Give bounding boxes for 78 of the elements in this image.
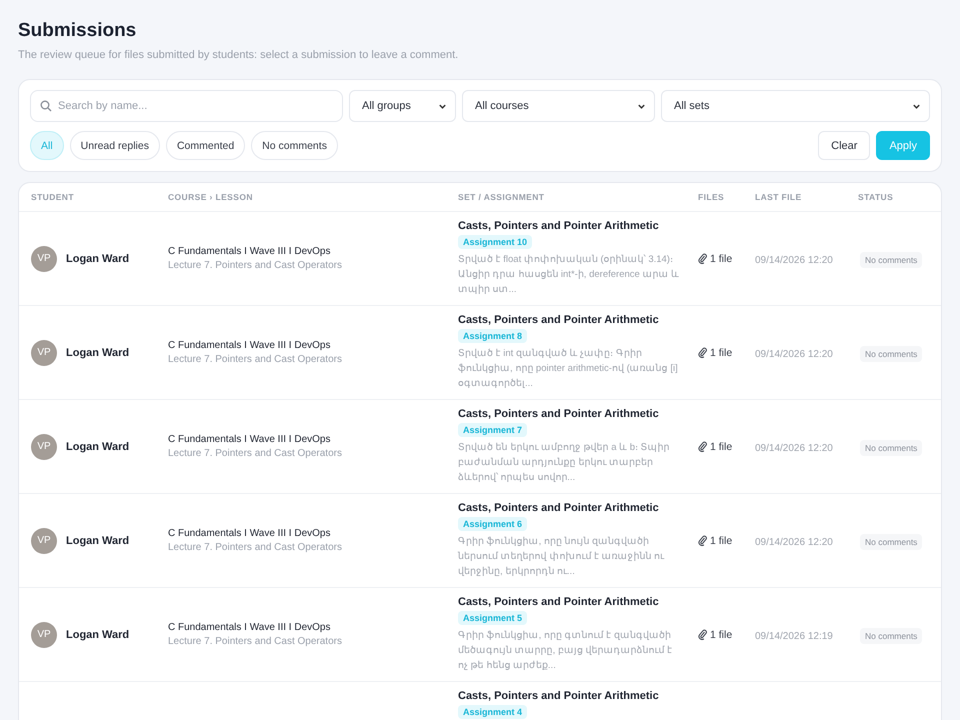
assignment-description: Տրված է int զանգված և չափը։ Գրիր ֆունկցիա, որը pointer arithmetic-ով (առանց [i] օգտագործել... [458,347,679,391]
filter-chip[interactable]: Commented [166,131,246,160]
paperclip-icon [698,253,707,264]
lesson-name: Lecture 7. Pointers and Cast Operators [168,260,342,271]
student-name: Logan Ward [66,440,130,452]
last-file-date: 09/14/2026 12:20 [755,348,833,360]
chevron-down-icon [912,102,921,110]
column-header: STUDENT [31,192,75,202]
assignment-tag: Assignment 10 [458,235,532,249]
avatar: VP [31,434,57,460]
course-name: C Fundamentals I Wave III I DevOps [168,528,330,539]
course-name: C Fundamentals I Wave III I DevOps [168,340,330,351]
assignment-tag: Assignment 6 [458,517,528,531]
paperclip-icon [698,347,707,358]
student-name: Logan Ward [66,346,130,358]
last-file-date: 09/14/2026 12:19 [755,630,833,642]
course-name: C Fundamentals I Wave III I DevOps [168,622,330,633]
filter-select[interactable]: All groups [349,90,456,122]
filter-chip[interactable]: Unread replies [70,131,160,160]
file-count: 1 file [710,440,732,452]
column-header: STATUS [858,192,894,202]
set-title: Casts, Pointers and Pointer Arithmetic [458,690,659,702]
column-header: FILES [698,192,726,202]
paperclip-icon [698,535,707,546]
assignment-description: Գրիր ֆունկցիա, որը նույն զանգվածի ներսում տեղերով փոխում է առաջինն ու վերջինը, երկրորդն ու... [458,535,666,579]
search-icon [40,100,52,112]
status-badge: No comments [860,346,922,362]
submission-row[interactable]: Casts, Pointers and Pointer Arithmetic Assignment 4 [19,682,941,720]
course-name: C Fundamentals I Wave III I DevOps [168,246,330,257]
lesson-name: Lecture 7. Pointers and Cast Operators [168,448,342,459]
chevron-down-icon [637,102,646,110]
page-subtitle: The review queue for files submitted by students: select a submission to leave a comment. [18,49,460,61]
course-name: C Fundamentals I Wave III I DevOps [168,434,330,445]
assignment-description: Տրված է float փոփոխական (օրինակ՝ 3.14)։ Անցիր դրա հասցեն int*-ի, dereference արա և տպիր ստ... [458,253,680,297]
set-title: Casts, Pointers and Pointer Arithmetic [458,314,659,326]
lesson-name: Lecture 7. Pointers and Cast Operators [168,542,342,553]
last-file-date: 09/14/2026 12:20 [755,442,833,454]
status-badge: No comments [860,440,922,456]
avatar: VP [31,622,57,648]
column-header: SET / ASSIGNMENT [458,192,546,202]
filter-select[interactable]: All courses [462,90,655,122]
avatar: VP [31,340,57,366]
clear-button[interactable]: Clear [818,131,870,160]
student-name: Logan Ward [66,534,130,546]
student-name: Logan Ward [66,628,130,640]
file-count: 1 file [710,346,732,358]
status-badge: No comments [860,534,922,550]
paperclip-icon [698,441,707,452]
assignment-description: Գրիր ֆունկցիա, որը գտնում է զանգվածի մեծագույն տարրը, բայց վերադարձնում է ոչ թե հենց արժեք... [458,629,674,673]
file-count: 1 file [710,534,732,546]
filter-chip[interactable]: No comments [251,131,338,160]
assignment-tag: Assignment 7 [458,423,528,437]
assignment-description: Տրված են երկու ամբողջ թվեր a և b։ Տպիր բաժանման արդյունքը երկու տարբեր ձևերով՝ որպես սովոր... [458,441,671,485]
last-file-date: 09/14/2026 12:20 [755,536,833,548]
paperclip-icon [698,629,707,640]
file-count: 1 file [710,252,732,264]
lesson-name: Lecture 7. Pointers and Cast Operators [168,636,342,647]
page-title: Submissions [18,20,138,42]
chevron-down-icon [438,102,447,110]
status-badge: No comments [860,628,922,644]
last-file-date: 09/14/2026 12:20 [755,254,833,266]
status-badge: No comments [860,252,922,268]
column-header: LAST FILE [755,192,803,202]
avatar: VP [31,528,57,554]
set-title: Casts, Pointers and Pointer Arithmetic [458,220,659,232]
assignment-tag: Assignment 8 [458,329,528,343]
filter-select[interactable]: All sets [661,90,930,122]
assignment-tag: Assignment 5 [458,611,528,625]
set-title: Casts, Pointers and Pointer Arithmetic [458,502,659,514]
assignment-tag: Assignment 4 [458,705,528,719]
set-title: Casts, Pointers and Pointer Arithmetic [458,408,659,420]
file-count: 1 file [710,628,732,640]
search-field[interactable]: Search by name... [30,90,343,122]
lesson-name: Lecture 7. Pointers and Cast Operators [168,354,342,365]
avatar: VP [31,246,57,272]
column-header: COURSE › LESSON [168,192,254,202]
set-title: Casts, Pointers and Pointer Arithmetic [458,596,659,608]
student-name: Logan Ward [66,252,130,264]
